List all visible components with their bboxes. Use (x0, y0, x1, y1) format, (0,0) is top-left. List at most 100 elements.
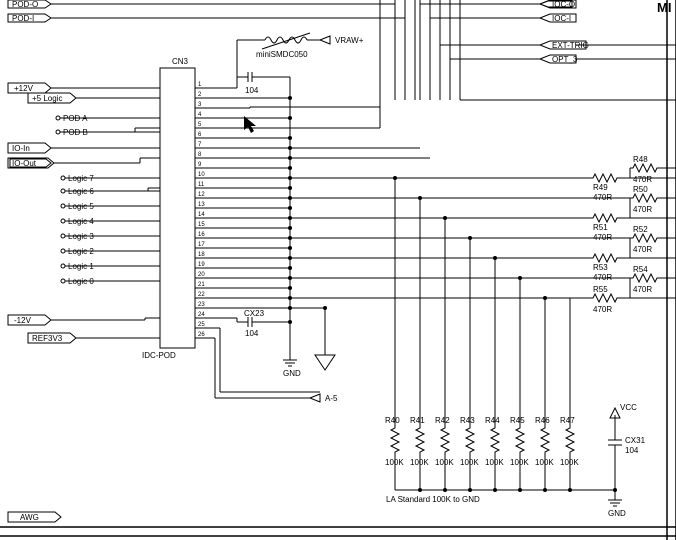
svg-text:5: 5 (198, 122, 202, 128)
port-ioc-i: IOC-I (430, 14, 576, 23)
svg-text:4: 4 (198, 112, 202, 118)
svg-text:POD-O: POD-O (12, 0, 38, 9)
svg-text:VCC: VCC (620, 403, 637, 412)
svg-text:6: 6 (198, 132, 202, 138)
vcc-arrow: VCC (610, 403, 637, 425)
ptc-fuse: miniSMDC050 (255, 33, 320, 59)
svg-text:470R: 470R (633, 175, 652, 184)
res-r54: R54 470R (630, 265, 676, 294)
svg-text:GND: GND (608, 509, 626, 518)
cap-104-top: 104 (237, 72, 290, 95)
svg-text:12: 12 (198, 192, 205, 198)
svg-text:17: 17 (198, 242, 205, 248)
res-r50: R50 470R (630, 185, 676, 214)
port-pod-i: POD-I (8, 14, 380, 23)
svg-text:+12V: +12V (14, 84, 34, 93)
port-a5: A-5 (290, 394, 338, 403)
svg-text:26: 26 (198, 332, 205, 338)
svg-text:VRAW+: VRAW+ (335, 36, 364, 45)
svg-text:CX31: CX31 (625, 436, 646, 445)
svg-text:16: 16 (198, 232, 205, 238)
svg-text:IOC-I: IOC-I (552, 14, 571, 23)
svg-text:18: 18 (198, 252, 205, 258)
svg-text:14: 14 (198, 212, 205, 218)
port-vraw: VRAW+ (320, 36, 364, 45)
svg-text:R52: R52 (633, 225, 648, 234)
svg-text:R46: R46 (535, 416, 550, 425)
svg-text:25: 25 (198, 322, 205, 328)
svg-text:R51: R51 (593, 223, 608, 232)
port-ext-trig: EXT-TRIG (440, 41, 589, 50)
svg-text:R40: R40 (385, 416, 400, 425)
title-fragment: MI (657, 0, 671, 15)
svg-text:10: 10 (198, 172, 205, 178)
svg-text:8: 8 (198, 152, 202, 158)
svg-text:15: 15 (198, 222, 205, 228)
cap-cx23: CX23 104 (237, 309, 290, 338)
svg-text:AWG: AWG (20, 513, 39, 522)
svg-text:R47: R47 (560, 416, 575, 425)
svg-text:9: 9 (198, 162, 202, 168)
pulldown-drops (393, 176, 570, 425)
svg-text:104: 104 (245, 86, 259, 95)
svg-text:R44: R44 (485, 416, 500, 425)
svg-text:miniSMDC050: miniSMDC050 (256, 50, 308, 59)
svg-text:3: 3 (198, 102, 202, 108)
svg-text:R50: R50 (633, 185, 648, 194)
svg-text:470R: 470R (593, 305, 612, 314)
svg-text:IO-Out: IO-Out (12, 159, 37, 168)
svg-text:IOC-O: IOC-O (552, 0, 575, 9)
pulldown-note: LA Standard 100K to GND (386, 495, 480, 504)
port-io-in: IO-In (8, 143, 160, 153)
res-r51: R51 470R (590, 198, 630, 242)
port-plus12v: +12V (8, 83, 160, 93)
svg-text:19: 19 (198, 262, 205, 268)
svg-text:REF3V3: REF3V3 (32, 334, 63, 343)
svg-text:+5 Logic: +5 Logic (32, 94, 62, 103)
gnd-symbol-right: GND (608, 500, 626, 518)
res-r52: R52 470R (630, 225, 676, 254)
svg-text:7: 7 (198, 142, 202, 148)
svg-text:104: 104 (245, 329, 259, 338)
svg-text:21: 21 (198, 282, 205, 288)
svg-text:23: 23 (198, 302, 205, 308)
svg-text:R55: R55 (593, 285, 608, 294)
svg-text:13: 13 (198, 202, 205, 208)
cursor-icon (244, 116, 256, 133)
gnd-symbol-bus: GND (283, 360, 301, 378)
res-r55: R55 470R (590, 278, 630, 314)
svg-text:OPT_3: OPT_3 (552, 55, 578, 64)
port-ref3v3: REF3V3 (28, 333, 160, 343)
svg-text:A-5: A-5 (325, 394, 338, 403)
svg-text:104: 104 (625, 446, 639, 455)
res-r48: R48 470R (630, 155, 676, 184)
svg-text:R49: R49 (593, 183, 608, 192)
svg-text:470R: 470R (633, 245, 652, 254)
svg-text:IDC-POD: IDC-POD (142, 351, 176, 360)
res-r53: R53 470R (590, 238, 630, 282)
svg-text:CX23: CX23 (244, 309, 265, 318)
svg-text:470R: 470R (633, 205, 652, 214)
svg-text:POD-I: POD-I (12, 14, 34, 23)
port-opt-3: OPT_3 (450, 55, 578, 64)
svg-text:R53: R53 (593, 263, 608, 272)
svg-text:R42: R42 (435, 416, 450, 425)
gnd-triangle (315, 306, 335, 370)
port-minus12v: -12V (8, 315, 160, 325)
pin-rows: 1 2 3 4 5 6 7 8 9 10 11 12 13 14 15 16 1… (195, 82, 205, 338)
port-io-out: IO-Out (8, 158, 160, 168)
svg-text:R43: R43 (460, 416, 475, 425)
svg-text:1: 1 (198, 82, 202, 88)
svg-text:2: 2 (198, 92, 202, 98)
svg-text:24: 24 (198, 312, 205, 318)
port-awg: AWG (8, 512, 61, 522)
port-plus5logic: +5 Logic (28, 93, 160, 103)
port-ioc-o: IOC-O (420, 0, 576, 9)
svg-text:R48: R48 (633, 155, 648, 164)
svg-text:GND: GND (283, 369, 301, 378)
connector-cn3: CN3 IDC-POD (142, 57, 195, 360)
svg-text:-12V: -12V (14, 316, 32, 325)
svg-text:22: 22 (198, 292, 205, 298)
port-pod-o: POD-O (8, 0, 380, 9)
svg-text:470R: 470R (633, 285, 652, 294)
